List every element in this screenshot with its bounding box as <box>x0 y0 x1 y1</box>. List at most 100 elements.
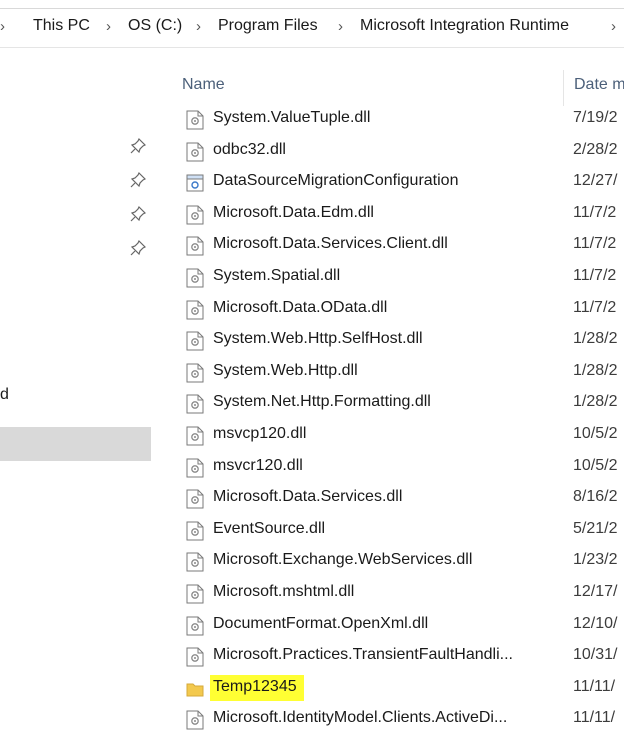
file-name: Microsoft.Data.Edm.dll <box>213 203 374 221</box>
file-name: Microsoft.Data.Services.Client.dll <box>213 235 448 253</box>
file-date-modified: 1/28/2 <box>573 361 618 379</box>
dll-icon <box>186 584 204 604</box>
file-date-modified: 12/27/ <box>573 172 618 190</box>
address-bar[interactable]: › This PC › OS (C:) › Program Files › Mi… <box>0 8 624 48</box>
file-date-modified: 7/19/2 <box>573 109 618 126</box>
file-row[interactable]: System.Web.Http.SelfHost.dll 1/28/2 <box>176 325 624 356</box>
file-date-modified: 10/5/2 <box>573 425 618 442</box>
file-date-modified: 11/11/ <box>573 709 616 727</box>
file-date-modified: 1/28/2 <box>573 330 618 348</box>
file-date-modified: 11/7/2 <box>573 298 617 316</box>
dll-icon <box>186 552 204 572</box>
file-name: odbc32.dll <box>213 140 286 158</box>
file-row[interactable]: Microsoft.Data.Services.dll 8/16/2 <box>176 483 624 514</box>
file-name: Microsoft.Data.Services.dll <box>213 488 403 506</box>
file-name: DocumentFormat.OpenXml.dll <box>213 614 429 632</box>
breadcrumb-this-pc[interactable]: This PC <box>33 17 90 35</box>
file-row[interactable]: Microsoft.Data.Edm.dll 11/7/2 <box>176 199 624 230</box>
file-name: System.Web.Http.SelfHost.dll <box>213 330 423 348</box>
chevron-right-icon[interactable]: › <box>611 18 616 35</box>
chevron-right-icon[interactable]: › <box>196 18 201 35</box>
dll-icon <box>186 110 204 130</box>
dll-icon <box>186 647 204 667</box>
file-name: System.Spatial.dll <box>213 267 341 284</box>
file-name: msvcp120.dll <box>213 425 307 442</box>
column-divider[interactable] <box>563 70 564 106</box>
dll-icon <box>186 521 204 541</box>
file-name: System.ValueTuple.dll <box>213 109 371 126</box>
folder-icon <box>186 679 204 699</box>
file-date-modified: 12/17/ <box>573 583 618 600</box>
file-name: DataSourceMigrationConfiguration <box>213 172 459 190</box>
dll-icon <box>186 205 204 225</box>
chevron-right-icon[interactable]: › <box>0 18 5 35</box>
file-name: Microsoft.Exchange.WebServices.dll <box>213 551 473 569</box>
file-name: System.Web.Http.dll <box>213 361 358 379</box>
file-name: Microsoft.Data.OData.dll <box>213 298 388 316</box>
dll-icon <box>186 710 204 730</box>
breadcrumb-os-c[interactable]: OS (C:) <box>128 17 182 35</box>
dll-icon <box>186 331 204 351</box>
file-row[interactable]: Microsoft.IdentityModel.Clients.ActiveDi… <box>176 704 624 735</box>
file-date-modified: 11/11/ <box>573 677 616 695</box>
file-date-modified: 11/7/2 <box>573 203 617 221</box>
file-name: Microsoft.IdentityModel.Clients.ActiveDi… <box>213 709 508 727</box>
nav-item-selected[interactable] <box>0 427 151 461</box>
pin-icon[interactable] <box>130 206 146 222</box>
file-row[interactable]: odbc32.dll 2/28/2 <box>176 136 624 167</box>
chevron-right-icon[interactable]: › <box>338 18 343 35</box>
file-name: Microsoft.Practices.TransientFaultHandli… <box>213 646 513 664</box>
file-row[interactable]: Microsoft.Data.Services.Client.dll 11/7/2 <box>176 230 624 261</box>
chevron-right-icon[interactable]: › <box>106 18 111 35</box>
file-row[interactable]: System.ValueTuple.dll 7/19/2 <box>176 104 624 135</box>
file-row[interactable]: DataSourceMigrationConfiguration 12/27/ <box>176 167 624 198</box>
pin-icon[interactable] <box>130 172 146 188</box>
file-name: EventSource.dll <box>213 519 326 537</box>
pin-icon[interactable] <box>130 138 146 154</box>
config-icon <box>186 173 204 193</box>
pin-icon[interactable] <box>130 240 146 256</box>
file-date-modified: 11/7/2 <box>573 235 617 253</box>
file-date-modified: 5/21/2 <box>573 519 618 537</box>
file-row[interactable]: System.Net.Http.Formatting.dll 1/28/2 <box>176 388 624 419</box>
dll-icon <box>186 616 204 636</box>
file-date-modified: 11/7/2 <box>573 267 617 284</box>
dll-icon <box>186 394 204 414</box>
file-date-modified: 1/23/2 <box>573 551 618 569</box>
folder-row[interactable]: Temp12345 11/11/ <box>176 673 624 704</box>
file-row[interactable]: System.Web.Http.dll 1/28/2 <box>176 357 624 388</box>
file-row[interactable]: Microsoft.Practices.TransientFaultHandli… <box>176 641 624 672</box>
file-row[interactable]: Microsoft.Exchange.WebServices.dll 1/23/2 <box>176 546 624 577</box>
file-date-modified: 10/5/2 <box>573 456 618 474</box>
file-name: System.Net.Http.Formatting.dll <box>213 393 431 411</box>
dll-icon <box>186 236 204 256</box>
navigation-pane: d <box>0 48 160 716</box>
nav-item-label[interactable]: d <box>0 386 9 404</box>
breadcrumb-integration-runtime[interactable]: Microsoft Integration Runtime <box>360 17 569 35</box>
dll-icon <box>186 458 204 478</box>
file-row[interactable]: System.Spatial.dll 11/7/2 <box>176 262 624 293</box>
dll-icon <box>186 489 204 509</box>
file-date-modified: 12/10/ <box>573 614 618 632</box>
file-date-modified: 1/28/2 <box>573 393 618 411</box>
dll-icon <box>186 426 204 446</box>
file-row[interactable]: EventSource.dll 5/21/2 <box>176 515 624 546</box>
dll-icon <box>186 300 204 320</box>
file-name: Temp12345 <box>213 677 297 695</box>
file-date-modified: 8/16/2 <box>573 488 618 506</box>
breadcrumb-program-files[interactable]: Program Files <box>218 17 318 35</box>
file-name: msvcr120.dll <box>213 456 303 474</box>
file-row[interactable]: msvcr120.dll 10/5/2 <box>176 452 624 483</box>
dll-icon <box>186 268 204 288</box>
dll-icon <box>186 142 204 162</box>
file-row[interactable]: DocumentFormat.OpenXml.dll 12/10/ <box>176 610 624 641</box>
file-row[interactable]: Microsoft.Data.OData.dll 11/7/2 <box>176 294 624 325</box>
column-header-name[interactable]: Name <box>182 76 225 94</box>
column-header-date-modified[interactable]: Date m <box>574 76 624 94</box>
file-row[interactable]: Microsoft.mshtml.dll 12/17/ <box>176 578 624 609</box>
file-date-modified: 10/31/ <box>573 646 618 664</box>
file-name: Microsoft.mshtml.dll <box>213 583 355 600</box>
file-date-modified: 2/28/2 <box>573 140 618 158</box>
dll-icon <box>186 363 204 383</box>
file-row[interactable]: msvcp120.dll 10/5/2 <box>176 420 624 451</box>
